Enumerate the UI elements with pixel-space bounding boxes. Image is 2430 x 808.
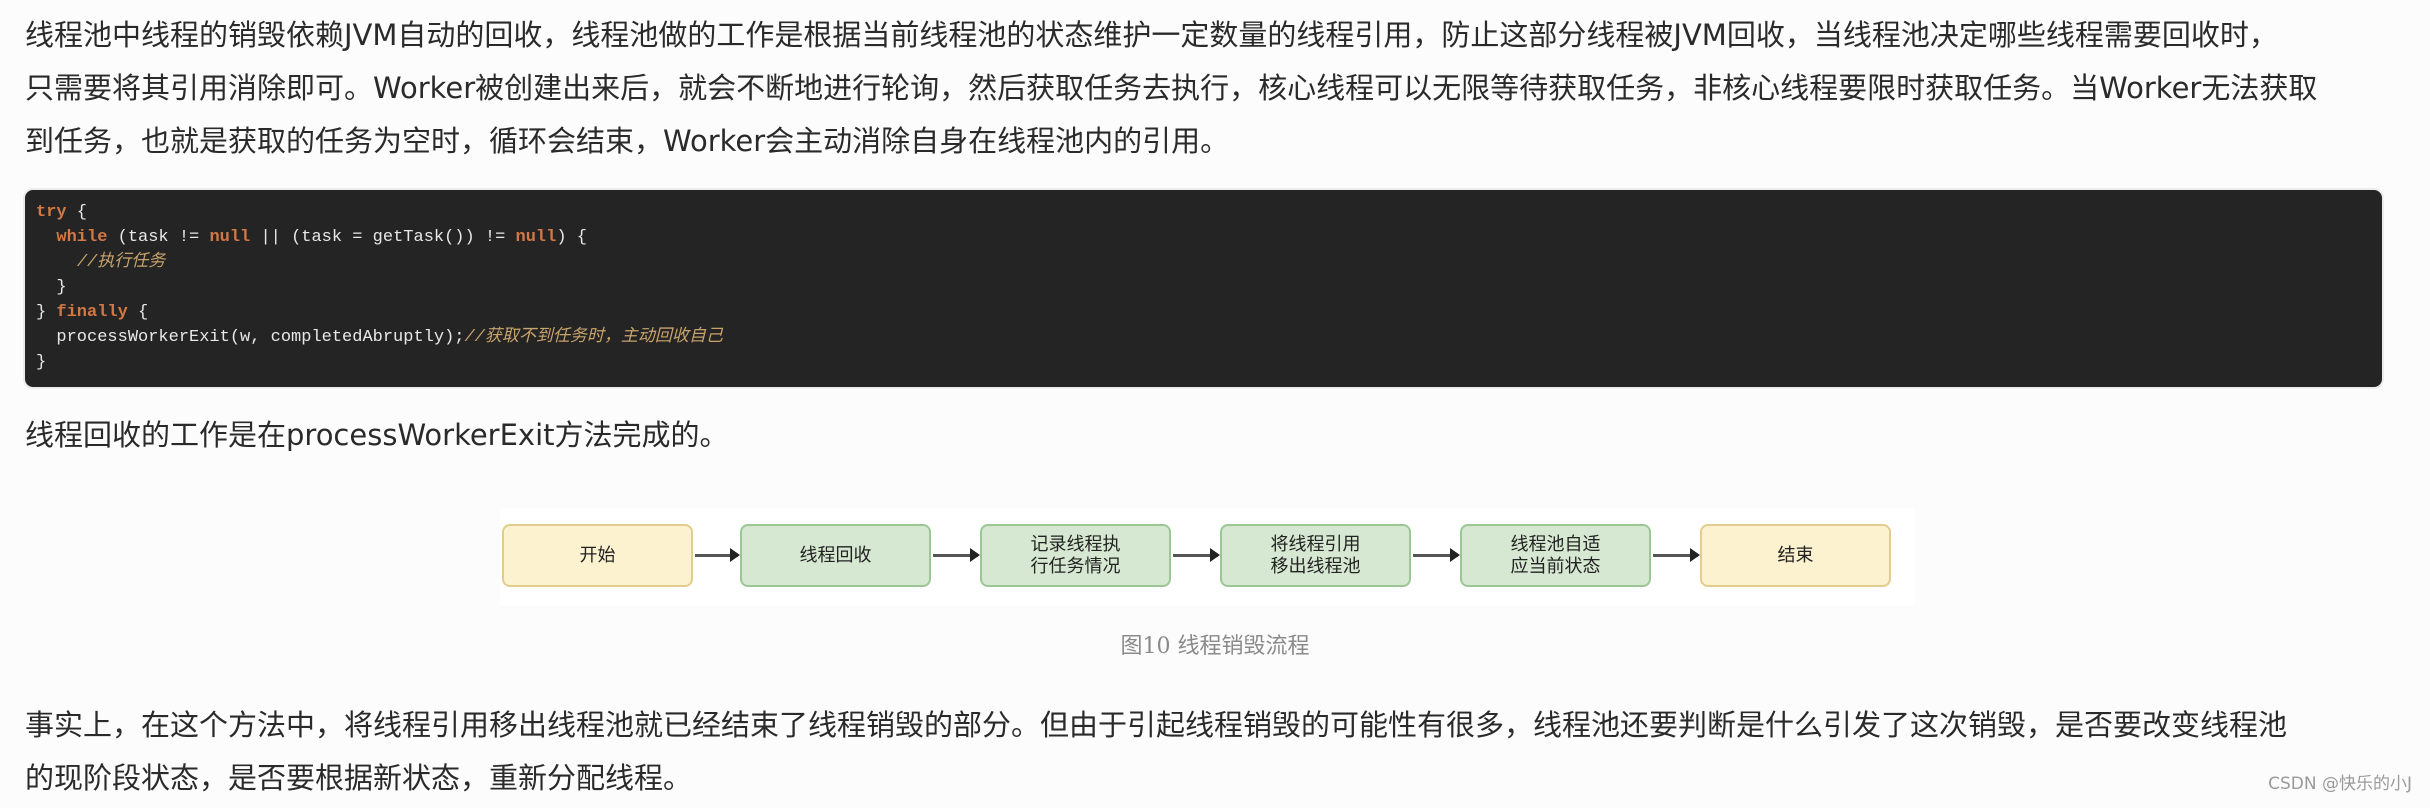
paragraph-line: 的现阶段状态，是否要根据新状态，重新分配线程。 [25,761,693,795]
figure-caption: 图10 线程销毁流程 [1120,634,1310,659]
arrow-icon [1413,548,1460,562]
paragraph-line: 线程池中线程的销毁依赖JVM自动的回收，线程池做的工作是根据当前线程池的状态维护… [25,18,2278,52]
flow-node-end: 结束 [1700,524,1891,587]
code-keyword: try [36,203,67,222]
arrow-icon [933,548,980,562]
code-text: { [127,303,149,322]
paragraph-line: 线程回收的工作是在processWorkerExit方法完成的。 [25,418,729,452]
arrow-icon [1173,548,1220,562]
code-text: { [66,203,88,222]
arrow-icon [695,548,740,562]
process-worker-exit-paragraph: 线程回收的工作是在processWorkerExit方法完成的。 [25,409,2410,462]
code-text: processWorkerExit(w, completedAbruptly); [36,328,465,347]
code-text: } [36,278,67,297]
thread-destroy-flowchart: 开始 线程回收 记录线程执 行任务情况 将线程引用 移出线程池 线程池自适 应当前状态… [500,508,1915,606]
code-line: } finally { [36,300,2371,325]
code-comment: //获取不到任务时，主动回收自己 [464,328,723,347]
csdn-watermark: CSDN @快乐的小J [2268,774,2412,794]
code-keyword: finally [56,303,128,322]
code-comment: //执行任务 [76,253,166,272]
code-line: while (task != null || (task = getTask()… [36,225,2371,250]
code-text: (task != [107,228,210,247]
paragraph-line: 只需要将其引用消除即可。Worker被创建出来后，就会不断地进行轮询，然后获取任… [25,71,2318,105]
code-line: try { [36,200,2371,225]
flow-node-start: 开始 [502,524,693,587]
arrow-icon [1653,548,1700,562]
code-text: } [36,303,57,322]
paragraph-line: 事实上，在这个方法中，将线程引用移出线程池就已经结束了线程销毁的部分。但由于引起… [25,708,2288,742]
flow-node-thread-recycle: 线程回收 [740,524,931,587]
flow-node-remove-reference: 将线程引用 移出线程池 [1220,524,1411,587]
code-text: } [36,353,47,372]
flow-node-adapt-state: 线程池自适 应当前状态 [1460,524,1651,587]
conclusion-paragraph: 事实上，在这个方法中，将线程引用移出线程池就已经结束了线程销毁的部分。但由于引起… [25,699,2410,805]
paragraph-line: 到任务，也就是获取的任务为空时，循环会结束，Worker会主动消除自身在线程池内… [25,124,1230,158]
code-line: processWorkerExit(w, completedAbruptly);… [36,325,2371,350]
code-keyword: null [209,228,251,247]
code-line: } [36,275,2371,300]
code-text: || (task = getTask()) != [250,228,516,247]
code-text: ) { [556,228,587,247]
code-keyword: while [56,228,108,247]
code-block[interactable]: try { while (task != null || (task = get… [25,190,2382,387]
flow-node-record-task-stats: 记录线程执 行任务情况 [980,524,1171,587]
code-line: //执行任务 [36,250,2371,275]
code-line: } [36,350,2371,375]
code-keyword: null [515,228,557,247]
intro-paragraph: 线程池中线程的销毁依赖JVM自动的回收，线程池做的工作是根据当前线程池的状态维护… [25,9,2410,168]
